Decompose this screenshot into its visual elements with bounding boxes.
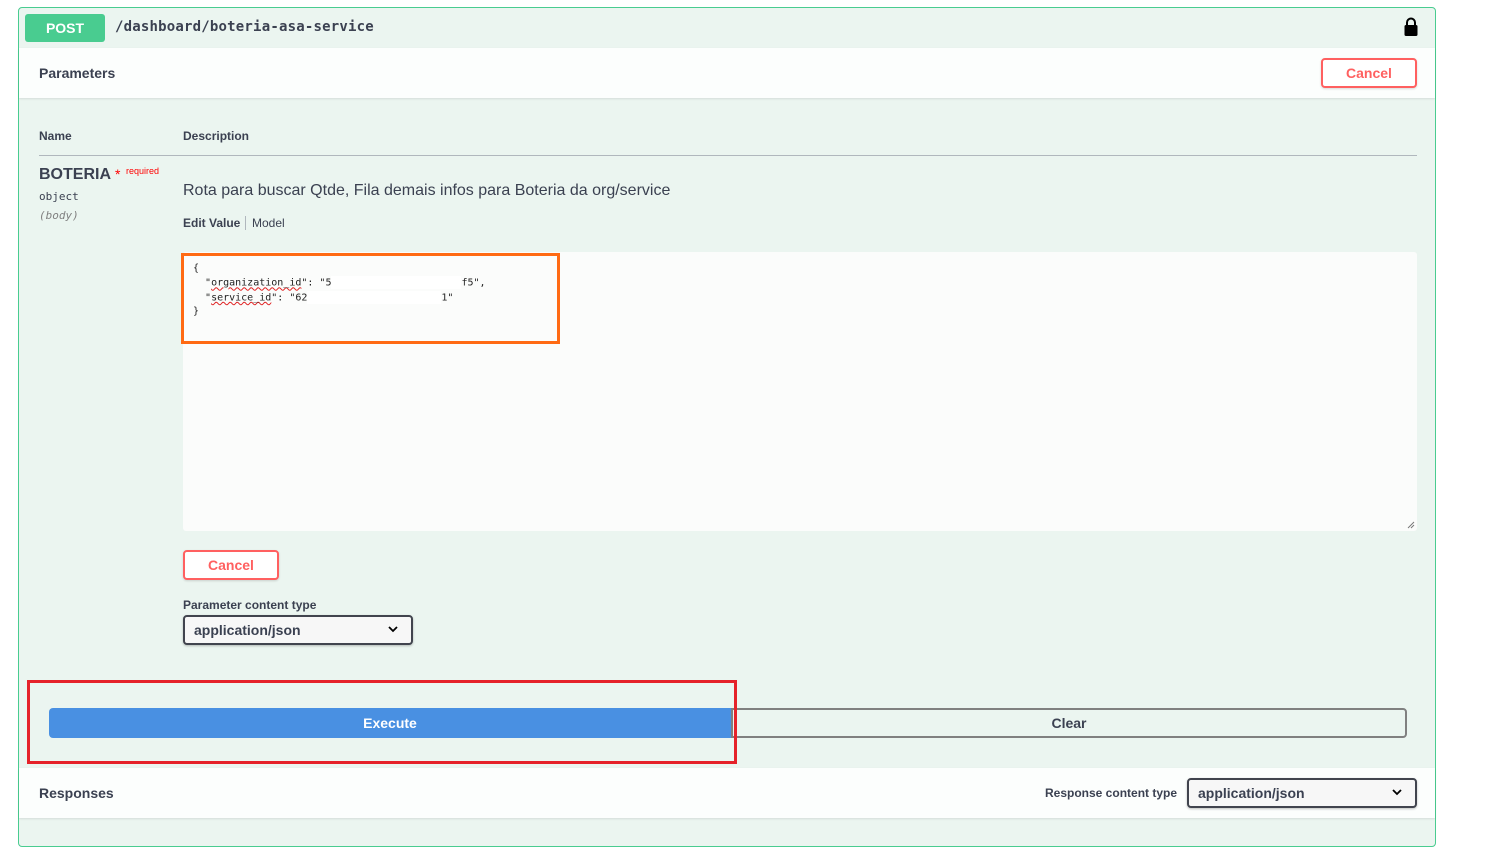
tab-divider: [245, 216, 246, 230]
annotation-highlight-json: [181, 253, 560, 344]
tab-edit-value[interactable]: Edit Value: [183, 216, 240, 230]
parameter-description: Rota para buscar Qtde, Fila demais infos…: [183, 182, 671, 199]
selected-value: application/json: [194, 622, 301, 638]
chevron-down-icon: [1392, 789, 1402, 796]
cancel-button[interactable]: Cancel: [183, 550, 279, 580]
parameter-type: object: [39, 190, 79, 203]
header-divider: [39, 155, 1417, 156]
operation-block: POST /dashboard/boteria-asa-service Para…: [18, 7, 1436, 847]
required-star: *: [115, 166, 121, 182]
chevron-down-icon: [388, 626, 398, 633]
operation-summary[interactable]: POST /dashboard/boteria-asa-service: [19, 8, 1435, 48]
parameters-title: Parameters: [39, 65, 116, 81]
parameter-name: BOTERIA: [39, 166, 111, 183]
column-header-name: Name: [39, 129, 72, 143]
lock-icon[interactable]: [1403, 17, 1419, 37]
response-content-type-label: Response content type: [1045, 786, 1178, 800]
selected-value: application/json: [1198, 785, 1305, 801]
method-badge: POST: [25, 14, 105, 42]
responses-title: Responses: [39, 785, 114, 801]
parameter-content-type-label: Parameter content type: [183, 598, 317, 612]
resize-handle-icon[interactable]: [1407, 521, 1415, 529]
clear-button[interactable]: Clear: [731, 708, 1407, 738]
endpoint-path: /dashboard/boteria-asa-service: [115, 19, 374, 35]
annotation-highlight-execute: [27, 680, 737, 764]
responses-header: Responses Response content type applicat…: [19, 768, 1435, 818]
response-content-type-select[interactable]: application/json: [1187, 778, 1417, 808]
tab-model[interactable]: Model: [252, 216, 285, 230]
parameter-location: (body): [39, 209, 79, 222]
column-header-description: Description: [183, 129, 250, 143]
parameter-content-type-select[interactable]: application/json: [183, 615, 413, 645]
required-label: required: [126, 166, 160, 176]
parameters-header: Parameters Cancel: [19, 48, 1435, 98]
cancel-button-top[interactable]: Cancel: [1321, 58, 1417, 88]
